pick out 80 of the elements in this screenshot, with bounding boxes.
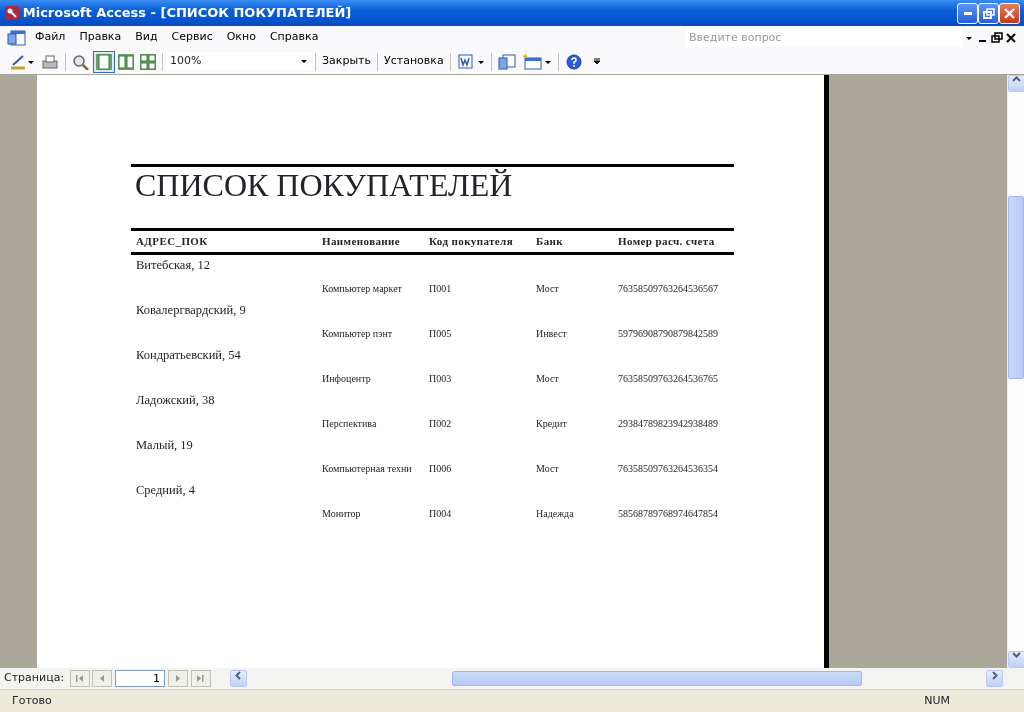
- code-column-header: Код покупателя: [429, 234, 514, 250]
- address-text: Средний, 4: [136, 482, 196, 500]
- right-triangle-icon: [174, 674, 181, 683]
- caret-icon: [300, 59, 308, 64]
- status-indicator: NUM: [924, 692, 950, 709]
- code-cell-text: П003: [429, 371, 453, 386]
- scroll-right-button[interactable]: [986, 670, 1004, 687]
- window-title: Microsoft Access - [СПИСОК ПОКУПАТЕЛЕЙ]: [22, 4, 353, 23]
- setup-button[interactable]: Установка: [381, 53, 447, 70]
- page-label: Страница:: [4, 670, 65, 687]
- bank-cell-text: Мост: [536, 281, 560, 296]
- menu-item[interactable]: Правка: [72, 28, 129, 47]
- close-button[interactable]: [999, 2, 1020, 24]
- scroll-up-button[interactable]: [1008, 75, 1024, 92]
- address-text: Витебская, 12: [136, 257, 211, 275]
- name-column-header: Наименование: [322, 234, 402, 250]
- next-page-button[interactable]: [167, 670, 188, 687]
- restore-button[interactable]: [978, 2, 999, 24]
- first-page-icon: [75, 674, 85, 683]
- account-cell-text: 58568789768974647854: [618, 506, 719, 521]
- database-window-icon[interactable]: [6, 27, 28, 48]
- close-button[interactable]: Закрыть: [319, 53, 374, 70]
- menu-item[interactable]: Сервис: [164, 28, 220, 47]
- code-cell-text: П004: [429, 506, 453, 521]
- code-cell-text: П002: [429, 416, 453, 431]
- minimize-icon: [962, 10, 973, 16]
- scroll-thumb[interactable]: [1008, 196, 1024, 379]
- account-cell-text: 76358509763264536567: [618, 281, 719, 296]
- name-cell-text: Перспектива: [322, 416, 378, 431]
- horizontal-scrollbar[interactable]: [229, 670, 1004, 687]
- menu-item[interactable]: Вид: [128, 28, 165, 47]
- report-title: СПИСОК ПОКУПАТЕЛЕЙ: [131, 164, 734, 203]
- name-cell-text: Компьютерная техни: [322, 461, 413, 476]
- zoom-combo[interactable]: 100%: [166, 52, 312, 71]
- name-cell-text: Монитор: [322, 506, 362, 521]
- name-cell-text: Инфоцентр: [322, 371, 372, 386]
- address-text: Кондратьевский, 54: [136, 347, 242, 365]
- menu-item[interactable]: Окно: [219, 28, 263, 47]
- bank-cell-text: Кредит: [536, 416, 568, 431]
- caret-icon: [592, 58, 601, 65]
- key-icon: [4, 5, 20, 21]
- status-text: Готово: [12, 692, 53, 709]
- code-cell-text: П006: [429, 461, 453, 476]
- close-icon: [1004, 7, 1015, 19]
- left-triangle-icon: [99, 674, 106, 683]
- close-icon[interactable]: [1004, 31, 1018, 44]
- vertical-scrollbar[interactable]: [1007, 75, 1024, 668]
- help-search-field[interactable]: Введите вопрос: [686, 28, 962, 47]
- name-cell-text: Компьютер маркет: [322, 281, 403, 296]
- scroll-thumb[interactable]: [451, 671, 862, 686]
- last-page-icon: [196, 674, 206, 683]
- bank-cell-text: Мост: [536, 461, 560, 476]
- code-cell-text: П005: [429, 326, 453, 341]
- restore-icon: [982, 7, 995, 19]
- scroll-left-button[interactable]: [229, 670, 247, 687]
- first-page-button[interactable]: [69, 670, 90, 687]
- one-page-button[interactable]: [93, 50, 115, 73]
- account-cell-text: 76358509763264536354: [618, 461, 719, 476]
- scroll-down-button[interactable]: [1008, 651, 1024, 668]
- menu-item[interactable]: Справка: [262, 28, 326, 47]
- restore-icon[interactable]: [990, 31, 1004, 44]
- last-page-button[interactable]: [190, 670, 211, 687]
- bank-cell-text: Надежда: [536, 506, 575, 521]
- code-cell-text: П001: [429, 281, 453, 296]
- name-cell-text: Компьютер пэнт: [322, 326, 394, 341]
- account-cell-text: 29384789823942938489: [618, 416, 719, 431]
- address-text: Малый, 19: [136, 437, 194, 455]
- bank-cell-text: Мост: [536, 371, 560, 386]
- page-number-field[interactable]: 1: [115, 670, 166, 687]
- bank-column-header: Банк: [536, 234, 565, 250]
- address-text: Ладожский, 38: [136, 392, 216, 410]
- account-cell-text: 76358509763264536765: [618, 371, 719, 386]
- account-cell-text: 59796908790879842589: [618, 326, 719, 341]
- address-column-header: АДРЕС_ПОК: [136, 234, 209, 250]
- account-column-header: Номер расч. счета: [618, 234, 716, 250]
- menu-item[interactable]: Файл: [28, 28, 73, 47]
- bank-cell-text: Инвест: [536, 326, 568, 341]
- address-text: Ковалергвардский, 9: [136, 302, 247, 320]
- minimize-button[interactable]: [957, 2, 978, 24]
- previous-page-button[interactable]: [92, 670, 113, 687]
